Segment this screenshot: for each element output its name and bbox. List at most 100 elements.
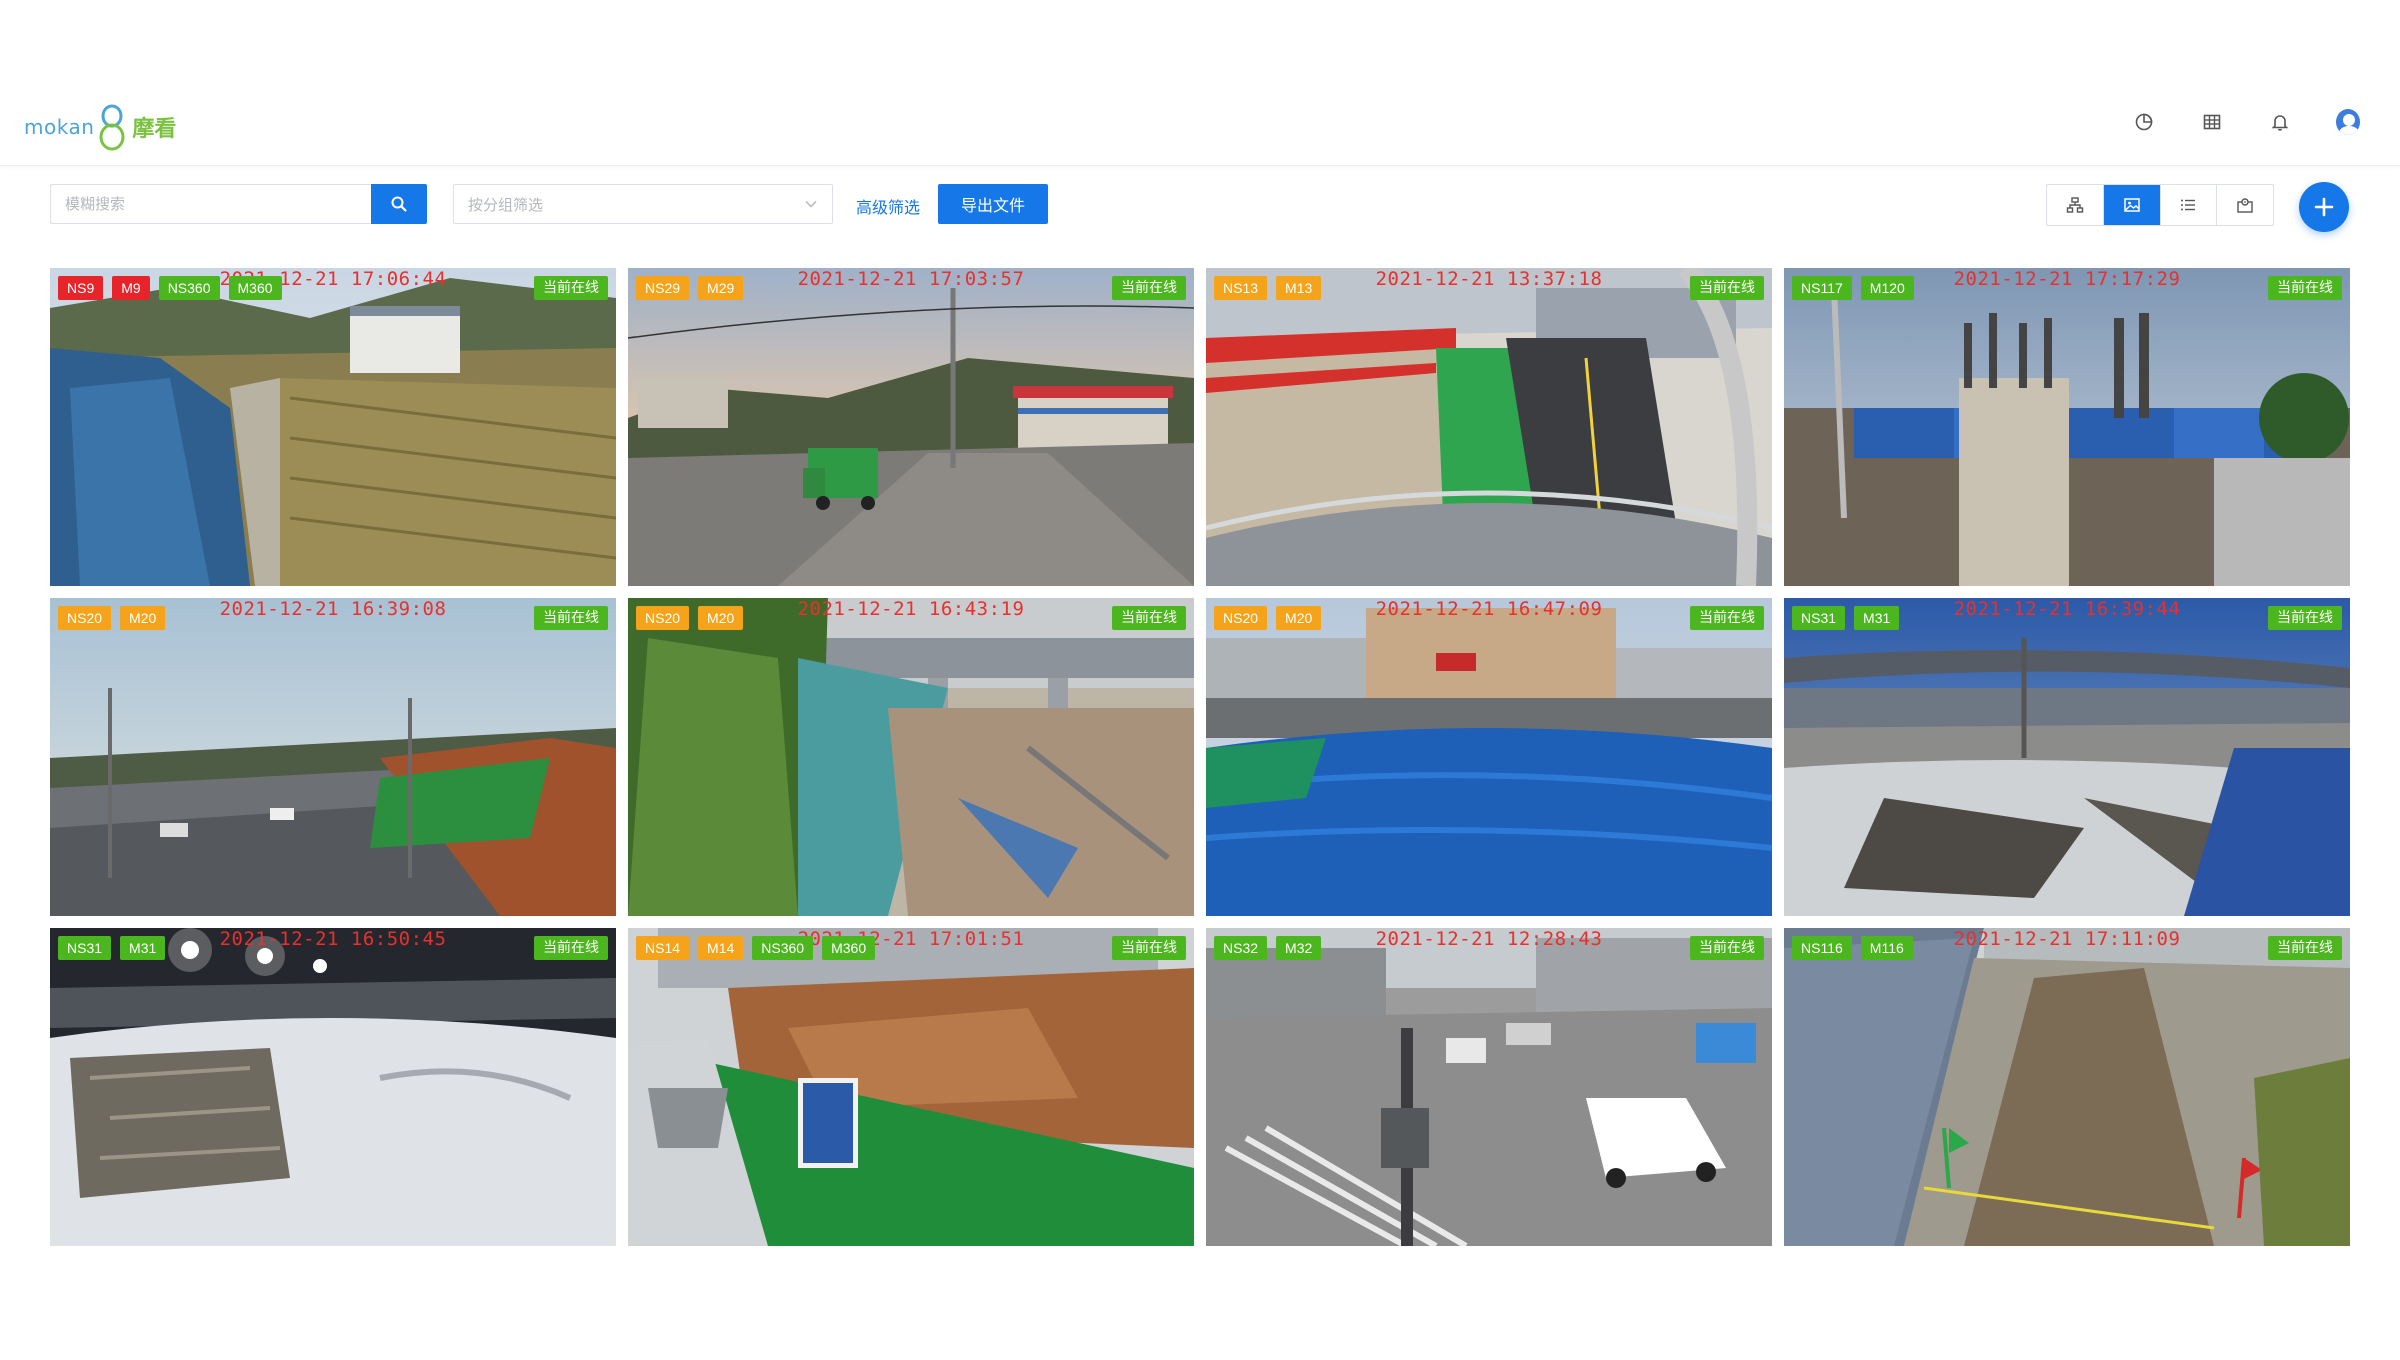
online-status-badge: 当前在线: [534, 276, 608, 300]
logo-cn-text: 摩看: [132, 117, 177, 142]
camera-snapshot: [1206, 268, 1772, 586]
camera-tag: NS360: [158, 276, 220, 300]
online-status-badge: 当前在线: [1690, 936, 1764, 960]
online-status-badge: 当前在线: [1690, 276, 1764, 300]
camera-snapshot: [1784, 598, 2350, 916]
camera-card[interactable]: 2021-12-21 16:43:19 NS20 M20 当前在线: [628, 598, 1194, 916]
camera-tag-list: NS20 M20: [1214, 606, 1322, 630]
search-button[interactable]: [371, 184, 427, 224]
camera-card[interactable]: 2021-12-21 16:47:09 NS20 M20 当前在线: [1206, 598, 1772, 916]
logo-text: mokan: [24, 115, 95, 139]
camera-card[interactable]: 2021-12-21 17:17:29 NS117 M120 当前在线: [1784, 268, 2350, 586]
online-status-badge: 当前在线: [1112, 936, 1186, 960]
camera-tag-list: NS9 M9 NS360 M360: [58, 276, 282, 300]
camera-tag: NS32: [1214, 936, 1268, 960]
online-status-badge: 当前在线: [2268, 276, 2342, 300]
camera-tag-list: NS117 M120: [1792, 276, 1914, 300]
camera-tag: M20: [120, 606, 166, 630]
advanced-filter-link[interactable]: 高级筛选: [856, 194, 920, 218]
online-status-badge: 当前在线: [2268, 606, 2342, 630]
group-filter-placeholder: 按分组筛选: [468, 195, 544, 214]
grid-icon[interactable]: [2200, 110, 2224, 134]
camera-card[interactable]: 2021-12-21 16:39:08 NS20 M20 当前在线: [50, 598, 616, 916]
camera-tag: M13: [1276, 276, 1322, 300]
camera-tag: M31: [120, 936, 166, 960]
avatar-icon: [2336, 109, 2360, 135]
image-view-button[interactable]: [2103, 185, 2161, 225]
camera-tag-list: NS29 M29: [636, 276, 744, 300]
camera-card[interactable]: 2021-12-21 16:39:44 NS31 M31 当前在线: [1784, 598, 2350, 916]
camera-card[interactable]: 2021-12-21 17:01:51 NS14 M14 NS360 M360 当前在线: [628, 928, 1194, 1246]
map-view-button[interactable]: [2217, 185, 2273, 225]
app-logo[interactable]: mokan 摩看: [24, 102, 176, 152]
camera-tag: NS20: [58, 606, 112, 630]
camera-tag: NS116: [1792, 936, 1852, 960]
org-view-icon: [2066, 197, 2084, 213]
camera-tag-list: NS31 M31: [1792, 606, 1900, 630]
export-button[interactable]: 导出文件: [938, 184, 1048, 224]
camera-tag-list: NS13 M13: [1214, 276, 1322, 300]
camera-tag-list: NS116 M116: [1792, 936, 1913, 960]
org-view-button[interactable]: [2047, 185, 2104, 225]
camera-snapshot: [1784, 928, 2350, 1246]
camera-tag: M32: [1276, 936, 1322, 960]
camera-card[interactable]: 2021-12-21 16:50:45 NS31 M31 当前在线: [50, 928, 616, 1246]
online-status-badge: 当前在线: [1112, 606, 1186, 630]
chevron-down-icon: [805, 200, 817, 208]
camera-tag-list: NS31 M31: [58, 936, 166, 960]
logo-mark-icon: [99, 104, 125, 151]
online-status-badge: 当前在线: [2268, 936, 2342, 960]
online-status-badge: 当前在线: [534, 936, 608, 960]
list-view-icon: [2181, 199, 2196, 211]
camera-tag-list: NS20 M20: [636, 606, 744, 630]
search-input[interactable]: [51, 185, 372, 223]
camera-card[interactable]: 2021-12-21 13:37:18 NS13 M13 当前在线: [1206, 268, 1772, 586]
camera-tag: NS117: [1792, 276, 1852, 300]
camera-tag: M14: [698, 936, 744, 960]
camera-tag: NS31: [1792, 606, 1846, 630]
camera-tag: M20: [1276, 606, 1322, 630]
camera-snapshot: [1784, 268, 2350, 586]
user-avatar[interactable]: [2336, 109, 2360, 135]
online-status-badge: 当前在线: [534, 606, 608, 630]
camera-snapshot: [50, 598, 616, 916]
camera-tag: M29: [698, 276, 744, 300]
online-status-badge: 当前在线: [1690, 606, 1764, 630]
camera-snapshot: [628, 598, 1194, 916]
camera-card[interactable]: 2021-12-21 17:11:09 NS116 M116 当前在线: [1784, 928, 2350, 1246]
map-view-icon: [2237, 198, 2253, 213]
camera-tag: NS9: [58, 276, 104, 300]
camera-snapshot: [50, 268, 616, 586]
camera-tag: M120: [1860, 276, 1914, 300]
camera-card[interactable]: 2021-12-21 12:28:43 NS32 M32 当前在线: [1206, 928, 1772, 1246]
camera-card[interactable]: 2021-12-21 17:06:44 NS9 M9 NS360 M360 当前在线: [50, 268, 616, 586]
online-status-badge: 当前在线: [1112, 276, 1186, 300]
camera-tag-list: NS20 M20: [58, 606, 166, 630]
camera-card[interactable]: 2021-12-21 17:03:57 NS29 M29 当前在线: [628, 268, 1194, 586]
camera-snapshot: [1206, 598, 1772, 916]
camera-tag: NS20: [636, 606, 690, 630]
search-icon: [391, 196, 407, 212]
list-view-button[interactable]: [2161, 185, 2218, 225]
camera-snapshot: [628, 928, 1194, 1246]
camera-snapshot: [1206, 928, 1772, 1246]
camera-tag: NS29: [636, 276, 690, 300]
camera-snapshot: [50, 928, 616, 1246]
search-box: [50, 184, 372, 224]
chart-icon[interactable]: [2132, 110, 2156, 134]
camera-tag: M360: [228, 276, 282, 300]
group-filter-select[interactable]: 按分组筛选: [453, 184, 833, 224]
image-view-icon: [2123, 198, 2140, 212]
top-navbar: mokan 摩看: [0, 88, 2400, 166]
camera-tag: M116: [1860, 936, 1913, 960]
camera-tag: NS360: [752, 936, 814, 960]
camera-tag: NS14: [636, 936, 690, 960]
camera-tag: NS13: [1214, 276, 1268, 300]
bell-icon[interactable]: [2268, 110, 2292, 134]
camera-grid: 2021-12-21 17:06:44 NS9 M9 NS360 M360 当前在线 20…: [50, 268, 2350, 1246]
camera-snapshot: [628, 268, 1194, 586]
toolbar: 按分组筛选 高级筛选 导出文件: [50, 182, 2350, 232]
camera-tag: NS20: [1214, 606, 1268, 630]
camera-tag: M31: [1854, 606, 1900, 630]
add-camera-button[interactable]: [2299, 182, 2349, 232]
